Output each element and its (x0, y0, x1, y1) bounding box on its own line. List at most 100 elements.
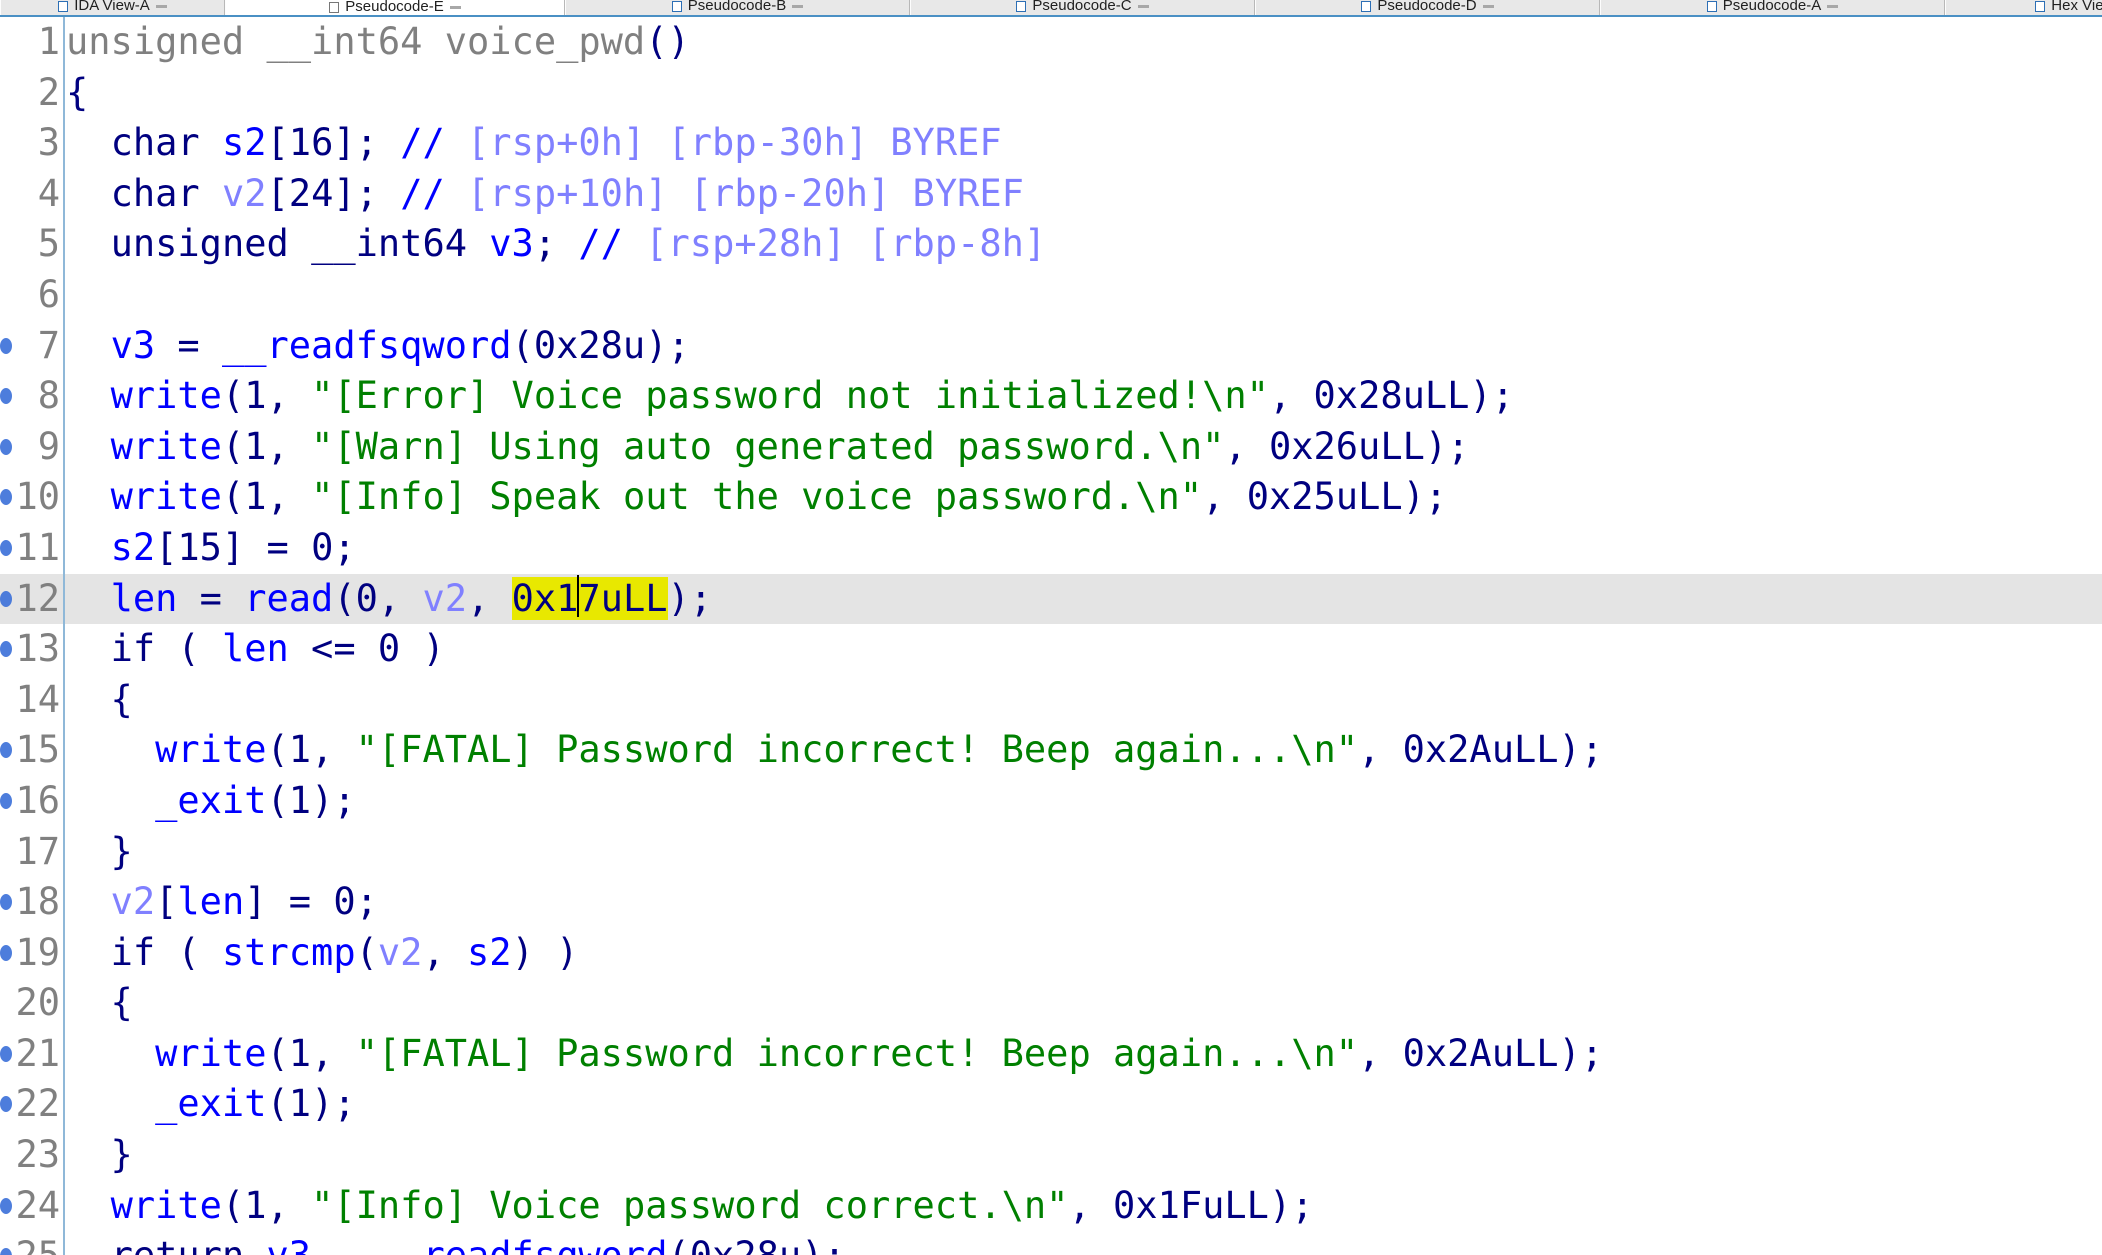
code-line[interactable]: 16 _exit(1); (0, 775, 2102, 827)
code-line[interactable]: 18 v2[len] = 0; (0, 877, 2102, 928)
code-line[interactable]: 25 return v3 - __readfsqword(0x28u); (0, 1231, 2102, 1255)
gutter-divider (63, 877, 65, 928)
code-text[interactable]: return v3 - __readfsqword(0x28u); (66, 1231, 846, 1255)
close-icon[interactable] (792, 5, 804, 8)
code-text[interactable]: _exit(1); (66, 776, 356, 827)
code-text[interactable]: unsigned __int64 v3; // [rsp+28h] [rbp-8… (66, 219, 1047, 270)
local-variable: s2 (110, 525, 156, 569)
string-literal: "[FATAL] Password incorrect! Beep again.… (355, 728, 1359, 772)
code-text[interactable]: { (66, 978, 133, 1029)
code-line[interactable]: 20 { (0, 978, 2102, 1029)
close-icon[interactable] (1827, 5, 1839, 8)
line-number: 16 (15, 778, 60, 822)
code-text[interactable]: write(1, "[Info] Voice password correct.… (66, 1181, 1314, 1232)
function-name: write (155, 1031, 267, 1075)
code-text[interactable]: { (66, 68, 88, 119)
number-literal: 0x26uLL (1268, 424, 1425, 468)
tab-ida-view-a[interactable]: IDA View-A (0, 0, 225, 15)
punctuation: [ (155, 880, 178, 924)
punctuation: } (66, 1133, 133, 1177)
function-name: write (155, 728, 267, 772)
comment-text: [rsp+28h] [rbp-8h] (622, 222, 1047, 266)
code-text[interactable]: char s2[16]; // [rsp+0h] [rbp-30h] BYREF (66, 118, 1002, 169)
code-text[interactable]: write(1, "[Error] Voice password not ini… (66, 371, 1514, 422)
local-variable: len (110, 576, 178, 620)
function-name: write (110, 424, 222, 468)
code-line[interactable]: 1 unsigned __int64 voice_pwd() (0, 17, 2102, 68)
code-text[interactable]: { (66, 675, 133, 726)
code-line[interactable]: 2{ (0, 67, 2102, 119)
punctuation: - (311, 1234, 378, 1255)
tab-pseudocode-e[interactable]: Pseudocode-E (225, 0, 565, 15)
punctuation: , (422, 930, 468, 974)
gutter-divider (63, 978, 65, 1029)
code-line[interactable]: 9 write(1, "[Warn] Using auto generated … (0, 421, 2102, 473)
code-line[interactable]: 21 write(1, "[FATAL] Password incorrect!… (0, 1028, 2102, 1080)
code-text[interactable]: v3 = __readfsqword(0x28u); (66, 321, 690, 372)
code-text[interactable]: } (66, 1130, 133, 1181)
code-text[interactable]: write(1, "[Info] Speak out the voice pas… (66, 472, 1448, 523)
tab-hex-view-1[interactable]: Hex View-1 (1945, 0, 2102, 15)
punctuation (66, 526, 111, 569)
code-text[interactable]: _exit(1); (66, 1079, 356, 1130)
code-line[interactable]: 24 write(1, "[Info] Voice password corre… (0, 1180, 2102, 1232)
punctuation: , (1224, 424, 1269, 468)
code-line[interactable]: 14 { (0, 674, 2102, 726)
code-line[interactable]: 17 } (0, 826, 2102, 878)
function-name: __readfsqword (378, 1234, 668, 1255)
code-text[interactable]: s2[15] = 0; (66, 523, 356, 574)
line-number: 18 (15, 880, 60, 924)
gutter-divider (63, 573, 65, 625)
code-line[interactable]: 15 write(1, "[FATAL] Password incorrect!… (0, 725, 2102, 776)
code-text[interactable]: char v2[24]; // [rsp+10h] [rbp-20h] BYRE… (66, 169, 1024, 220)
punctuation: ( (266, 1082, 289, 1126)
line-number: 12 (15, 576, 60, 620)
punctuation: ) (400, 627, 445, 671)
code-text[interactable]: write(1, "[FATAL] Password incorrect! Be… (66, 1029, 1603, 1080)
punctuation: ( (221, 424, 245, 468)
code-line[interactable]: 19 if ( strcmp(v2, s2) ) (0, 927, 2102, 979)
code-line[interactable]: 11 s2[15] = 0; (0, 522, 2102, 574)
code-line[interactable]: 7 v3 = __readfsqword(0x28u); (0, 320, 2102, 372)
code-text[interactable]: unsigned __int64 voice_pwd() (66, 17, 690, 68)
code-line[interactable]: 22 _exit(1); (0, 1079, 2102, 1131)
tab-pseudocode-d[interactable]: Pseudocode-D (1255, 0, 1600, 15)
code-line[interactable]: 4 char v2[24]; // [rsp+10h] [rbp-20h] BY… (0, 168, 2102, 220)
tab-pseudocode-b[interactable]: Pseudocode-B (565, 0, 910, 15)
code-text[interactable]: write(1, "[Warn] Using auto generated pa… (66, 422, 1470, 473)
punctuation: ( (155, 627, 222, 671)
code-line[interactable]: 23 } (0, 1130, 2102, 1181)
code-line[interactable]: 10 write(1, "[Info] Speak out the voice … (0, 472, 2102, 523)
code-text[interactable]: if ( strcmp(v2, s2) ) (66, 928, 579, 979)
code-line[interactable]: 13 if ( len <= 0 ) (0, 624, 2102, 675)
punctuation: ]; (333, 121, 401, 165)
code-text[interactable]: } (66, 827, 133, 878)
tab-pseudocode-c[interactable]: Pseudocode-C (910, 0, 1255, 15)
code-text[interactable]: write(1, "[FATAL] Password incorrect! Be… (66, 725, 1603, 776)
line-number: 10 (15, 475, 60, 519)
punctuation: , (266, 374, 312, 418)
close-icon[interactable] (449, 6, 461, 9)
gutter-divider (63, 371, 65, 422)
code-text[interactable]: len = read(0, v2, 0x17uLL); (66, 574, 712, 625)
punctuation: , (266, 424, 312, 468)
code-line[interactable]: 8 write(1, "[Error] Voice password not i… (0, 371, 2102, 422)
pseudocode-editor[interactable]: 1 unsigned __int64 voice_pwd() 2{3 char s2… (0, 17, 2102, 1255)
stack-variable: v2 (422, 576, 468, 620)
code-line[interactable]: 5 unsigned __int64 v3; // [rsp+28h] [rbp… (0, 219, 2102, 270)
code-text[interactable]: v2[len] = 0; (66, 877, 378, 928)
code-text[interactable]: if ( len <= 0 ) (66, 624, 445, 675)
selected-token[interactable]: 0x17uLL (511, 574, 668, 620)
tab-bar[interactable]: IDA View-A Pseudocode-E Pseudocode-B Pseudo… (0, 0, 2102, 17)
line-number: 19 (15, 930, 60, 974)
close-icon[interactable] (1137, 5, 1149, 8)
tab-pseudocode-a[interactable]: Pseudocode-A (1600, 0, 1945, 15)
local-variable: len (221, 627, 289, 671)
code-line[interactable]: 12 len = read(0, v2, 0x17uLL); (0, 573, 2102, 625)
close-icon[interactable] (1482, 5, 1494, 8)
code-line[interactable]: 3 char s2[16]; // [rsp+0h] [rbp-30h] BYR… (0, 118, 2102, 169)
close-icon[interactable] (155, 5, 167, 8)
keyword: char (110, 121, 200, 165)
punctuation (66, 1032, 155, 1075)
code-line[interactable]: 6 (0, 269, 2102, 321)
